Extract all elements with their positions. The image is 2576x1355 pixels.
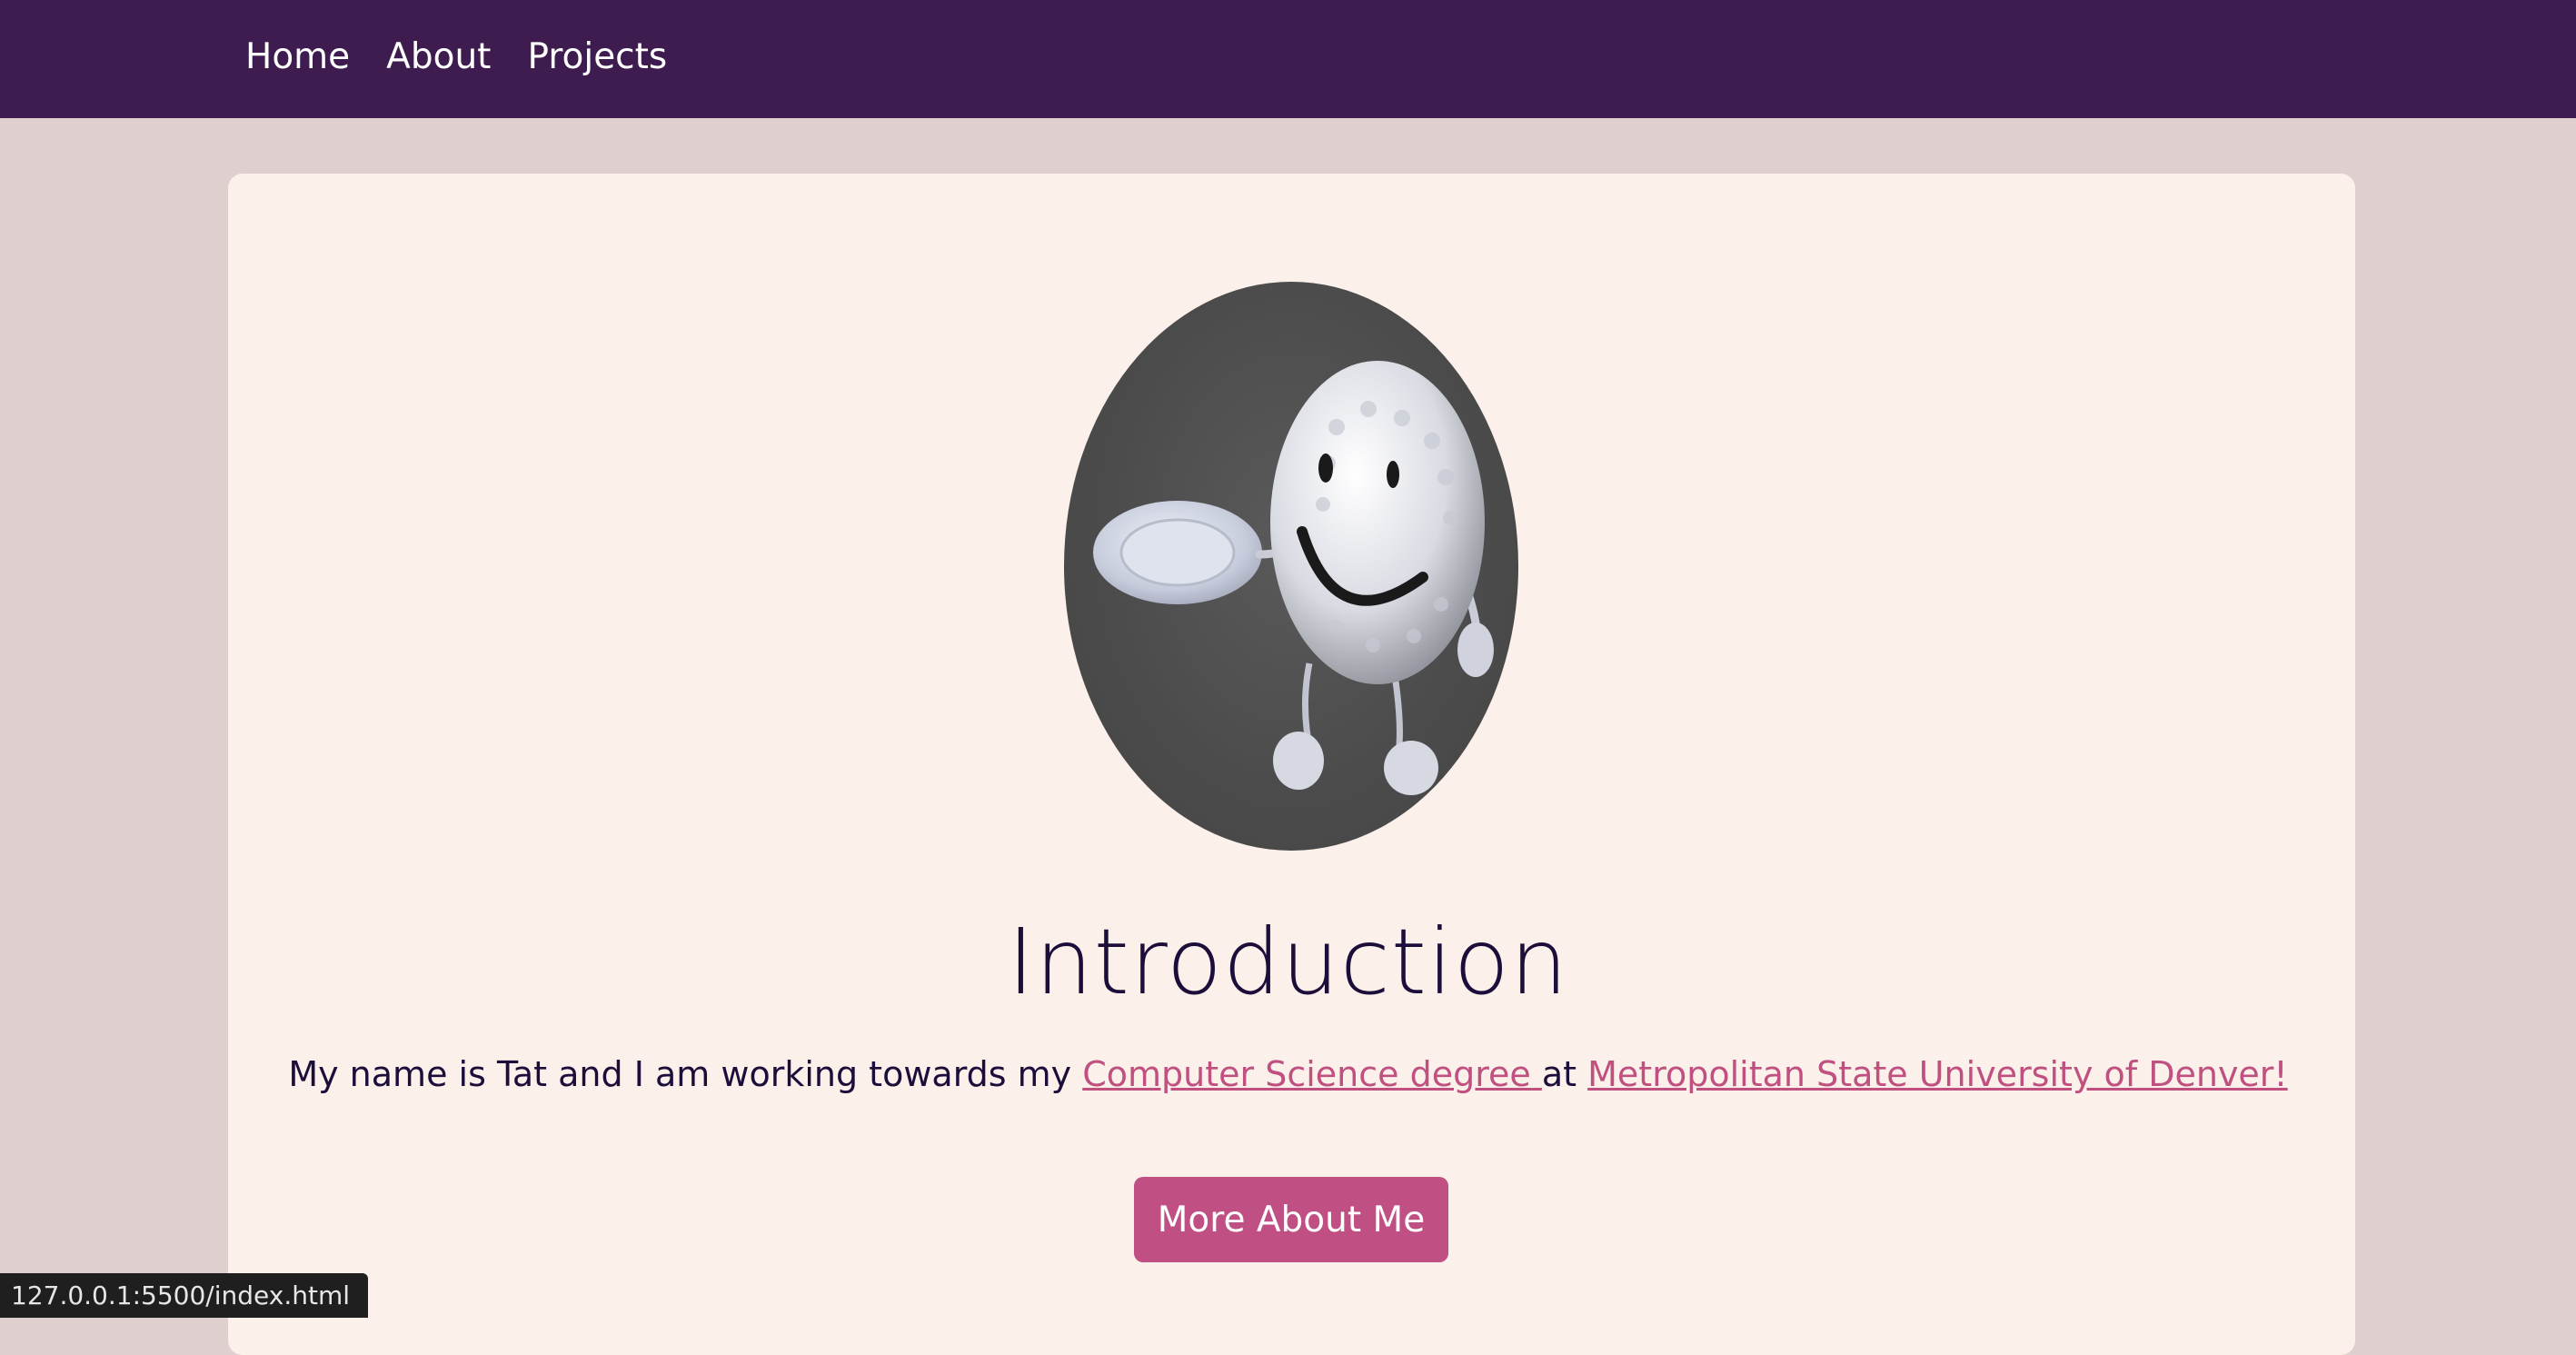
status-bar-url: 127.0.0.1:5500/index.html bbox=[0, 1273, 368, 1318]
nav-home-link[interactable]: Home bbox=[245, 36, 350, 77]
nav-projects-link[interactable]: Projects bbox=[527, 36, 667, 77]
intro-mid: at bbox=[1541, 1054, 1588, 1094]
nav-about-link[interactable]: About bbox=[386, 36, 491, 77]
top-navbar: Home About Projects bbox=[0, 0, 2576, 118]
avatar bbox=[1064, 282, 1518, 851]
intro-prefix: My name is Tat and I am working towards … bbox=[288, 1054, 1083, 1094]
golf-ball-character-icon bbox=[1093, 361, 1494, 795]
page-title: Introduction bbox=[1007, 909, 1569, 1015]
degree-link[interactable]: Computer Science degree bbox=[1082, 1054, 1542, 1094]
university-link[interactable]: Metropolitan State University of Denver! bbox=[1587, 1054, 2288, 1094]
nav-links: Home About Projects bbox=[245, 36, 667, 77]
intro-paragraph: My name is Tat and I am working towards … bbox=[0, 1054, 2576, 1094]
more-about-me-button[interactable]: More About Me bbox=[1134, 1177, 1448, 1262]
